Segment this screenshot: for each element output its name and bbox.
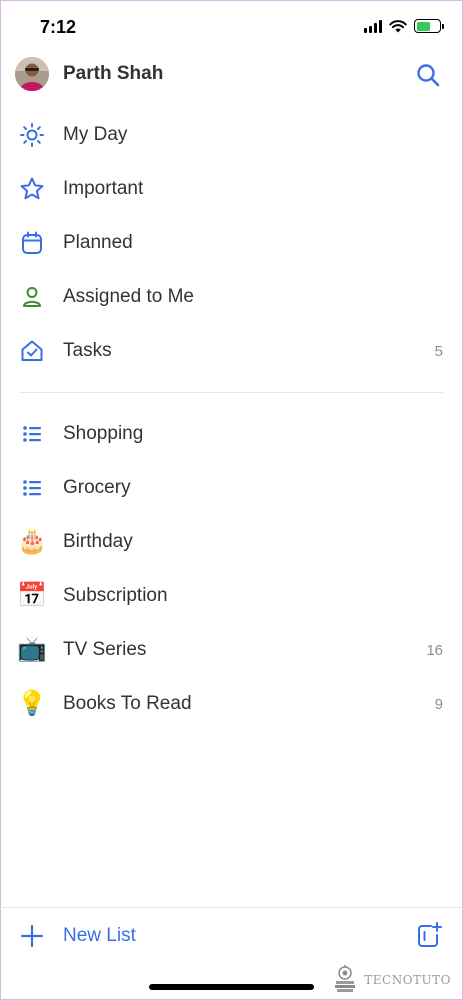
new-group-icon[interactable] — [415, 921, 443, 949]
new-list-label: New List — [63, 925, 136, 946]
list-item-label: Planned — [63, 232, 133, 253]
list-item-count: 5 — [434, 342, 443, 360]
footer-toolbar: New List — [0, 907, 463, 965]
list-item-birthday[interactable]: 🎂 Birthday — [0, 515, 463, 569]
list-item-label: Important — [63, 178, 144, 199]
list-item-label: TV Series — [63, 639, 147, 660]
list-item-grocery[interactable]: Grocery — [0, 461, 463, 515]
watermark-text: TECNOTUTO — [364, 973, 451, 987]
status-bar: 7:12 — [0, 0, 463, 52]
sun-icon — [18, 121, 46, 149]
television-icon: 📺 — [17, 636, 47, 663]
avatar[interactable] — [15, 57, 49, 91]
list-item-label: Shopping — [63, 423, 144, 444]
wifi-icon — [389, 20, 407, 33]
calendar-emoji-icon: 📅 — [17, 582, 47, 609]
calendar-icon — [18, 229, 46, 257]
list-item-assigned-to-me[interactable]: Assigned to Me — [0, 270, 463, 324]
status-icons — [364, 19, 444, 33]
list-item-count: 9 — [434, 695, 443, 713]
status-time: 7:12 — [40, 17, 77, 37]
header: Parth Shah — [0, 52, 463, 98]
list-item-my-day[interactable]: My Day — [0, 108, 463, 162]
cellular-signal-icon — [364, 19, 382, 33]
birthday-cake-icon: 🎂 — [17, 528, 47, 555]
list-item-planned[interactable]: Planned — [0, 216, 463, 270]
list-icon — [18, 420, 46, 448]
home-indicator — [149, 984, 314, 990]
battery-icon — [414, 19, 444, 33]
star-icon — [18, 175, 46, 203]
list-item-tasks[interactable]: Tasks 5 — [0, 324, 463, 378]
list-item-label: Subscription — [63, 585, 168, 606]
list-item-count: 16 — [426, 641, 443, 659]
user-name[interactable]: Parth Shah — [63, 63, 163, 85]
search-icon[interactable] — [415, 62, 441, 88]
list-item-important[interactable]: Important — [0, 162, 463, 216]
list-item-label: My Day — [63, 124, 128, 145]
list-item-label: Tasks — [63, 340, 112, 361]
list-item-tv-series[interactable]: 📺 TV Series 16 — [0, 623, 463, 677]
list-item-subscription[interactable]: 📅 Subscription — [0, 569, 463, 623]
light-bulb-icon: 💡 — [17, 690, 47, 717]
home-check-icon — [18, 337, 46, 365]
list-item-shopping[interactable]: Shopping — [0, 407, 463, 461]
divider — [20, 392, 443, 393]
watermark-logo-icon — [335, 965, 356, 992]
watermark: TECNOTUTO — [332, 964, 451, 996]
list-item-label: Books To Read — [63, 693, 192, 714]
list-item-label: Assigned to Me — [63, 286, 194, 307]
list-item-label: Grocery — [63, 477, 131, 498]
list-icon — [18, 474, 46, 502]
list-item-books-to-read[interactable]: 💡 Books To Read 9 — [0, 677, 463, 731]
plus-icon — [20, 924, 44, 948]
list-item-label: Birthday — [63, 531, 133, 552]
person-icon — [18, 283, 46, 311]
new-list-button[interactable]: New List — [18, 922, 136, 950]
